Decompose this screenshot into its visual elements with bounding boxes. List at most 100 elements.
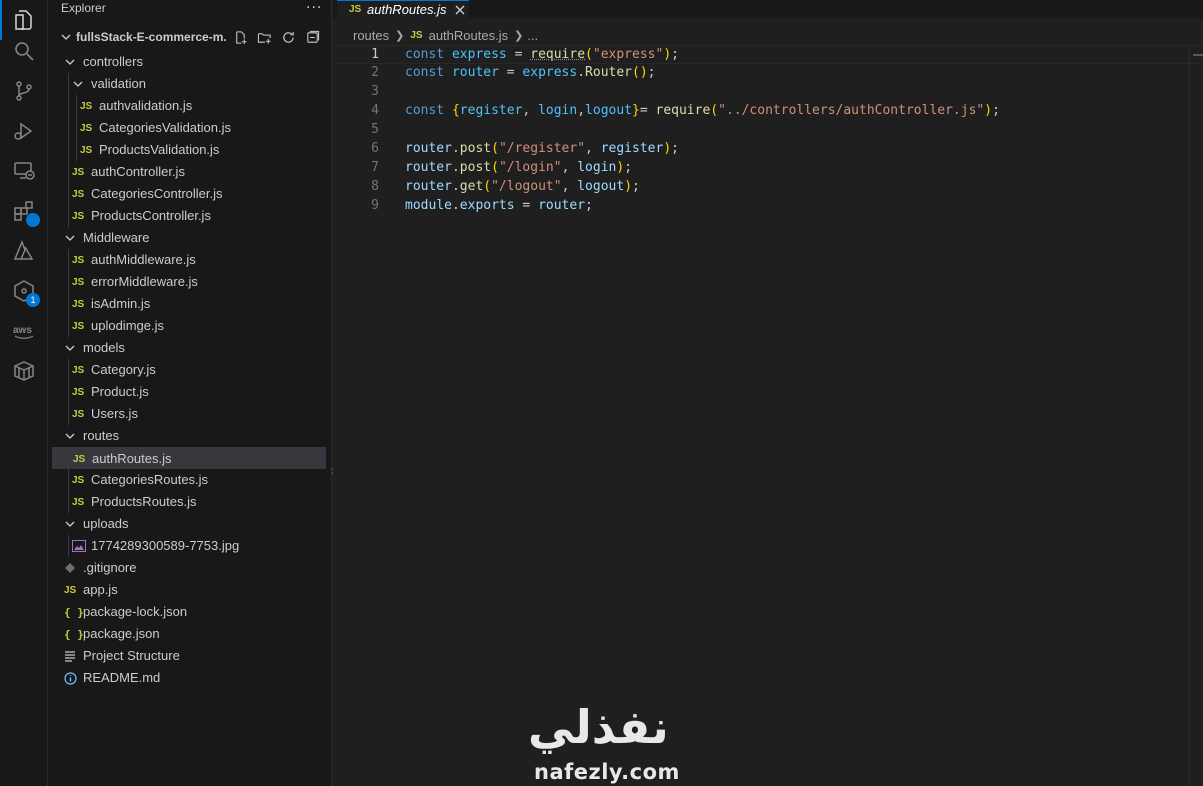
tree-file[interactable]: JS CategoriesRoutes.js [52, 469, 326, 491]
js-file-icon: JS [410, 29, 423, 41]
more-actions-button[interactable]: ··· [306, 0, 322, 16]
tree-file[interactable]: { } package.json [52, 623, 326, 645]
vertical-scrollbar[interactable] [1189, 45, 1203, 786]
code-line[interactable]: 3 [333, 83, 1203, 102]
code-line[interactable]: 1 const express = require("express"); [333, 45, 1203, 64]
tree-folder[interactable]: controllers [52, 51, 326, 73]
line-number: 3 [371, 84, 379, 99]
tree-item-label: ProductsController.js [91, 208, 211, 223]
tree-file[interactable]: JS CategoriesController.js [52, 183, 326, 205]
line-number: 8 [371, 179, 379, 194]
gitlens-icon[interactable]: 1 [0, 271, 48, 311]
tree-file[interactable]: JS authRoutes.js [52, 447, 326, 469]
code-line[interactable]: 8 router.get("/logout", logout); [333, 178, 1203, 197]
aws-icon[interactable]: aws [0, 311, 48, 351]
breadcrumb-more[interactable]: ... [527, 28, 538, 43]
tree-item-label: 1774289300589-7753.jpg [91, 538, 240, 553]
js-file-icon: JS [72, 166, 85, 178]
svg-text:aws: aws [13, 325, 32, 336]
tree-item-label: ProductsRoutes.js [91, 494, 197, 509]
watermark-arabic: نفذلي [528, 700, 669, 754]
azure-icon[interactable] [0, 231, 48, 271]
js-file-icon: JS [73, 453, 86, 465]
tree-folder[interactable]: routes [52, 425, 326, 447]
js-file-icon: JS [72, 364, 85, 376]
tree-file[interactable]: JS authMiddleware.js [52, 249, 326, 271]
chevron-down-icon [65, 345, 75, 351]
chevron-down-icon [73, 81, 83, 87]
code-line[interactable]: 2 const router = express.Router(); [333, 64, 1203, 83]
indent-guide [68, 359, 69, 425]
code-line[interactable]: 6 router.post("/register", register); [333, 140, 1203, 159]
js-file-icon: JS [72, 320, 85, 332]
watermark: نفذلي nafezly.com [520, 700, 690, 786]
search-icon[interactable] [0, 31, 48, 71]
extensions-icon[interactable] [0, 191, 48, 231]
js-file-icon: JS [72, 254, 85, 266]
tab-bar: JS authRoutes.js [333, 0, 1203, 18]
remote-explorer-icon[interactable] [0, 151, 48, 191]
tab-authroutes[interactable]: JS authRoutes.js [337, 0, 469, 18]
explorer-sidebar: Explorer ··· fullsStack-E-commerce-m... … [48, 0, 332, 786]
project-root[interactable]: fullsStack-E-commerce-m... [48, 28, 332, 48]
scrollbar-cursor-marker [1193, 54, 1203, 56]
tree-file[interactable]: Project Structure [52, 645, 326, 667]
tree-item-label: Users.js [91, 406, 138, 421]
source-control-icon[interactable] [0, 71, 48, 111]
breadcrumb-file[interactable]: authRoutes.js [429, 28, 509, 43]
text-file-icon [64, 649, 76, 663]
refresh-button[interactable] [280, 29, 296, 45]
js-file-icon: JS [72, 188, 85, 200]
chevron-down-icon [61, 34, 71, 40]
run-debug-icon[interactable] [0, 111, 48, 151]
code-line[interactable]: 4 const {register, login,logout}= requir… [333, 102, 1203, 121]
tree-item-label: authMiddleware.js [91, 252, 196, 267]
code-line[interactable]: 5 [333, 121, 1203, 140]
activity-bar: 1 aws [0, 0, 48, 786]
project-name: fullsStack-E-commerce-m... [76, 30, 226, 44]
tree-file[interactable]: JS Category.js [52, 359, 326, 381]
js-file-icon: JS [72, 408, 85, 420]
tree-file[interactable]: JS app.js [52, 579, 326, 601]
tree-file[interactable]: JS Users.js [52, 403, 326, 425]
js-file-icon: JS [80, 122, 93, 134]
tab-label: authRoutes.js [367, 2, 447, 17]
tree-file[interactable]: { } package-lock.json [52, 601, 326, 623]
tree-file[interactable]: JS CategoriesValidation.js [52, 117, 326, 139]
info-icon [64, 671, 77, 685]
js-file-icon: JS [72, 210, 85, 222]
tree-file[interactable]: 1774289300589-7753.jpg [52, 535, 326, 557]
tree-item-label: models [83, 340, 125, 355]
image-file-icon [72, 539, 86, 553]
tree-file[interactable]: .gitignore [52, 557, 326, 579]
tree-file[interactable]: JS errorMiddleware.js [52, 271, 326, 293]
line-number: 5 [371, 122, 379, 137]
tree-file[interactable]: README.md [52, 667, 326, 689]
tree-file[interactable]: JS uplodimge.js [52, 315, 326, 337]
tree-item-label: Project Structure [83, 648, 180, 663]
containers-icon[interactable] [0, 351, 48, 391]
tree-folder[interactable]: models [52, 337, 326, 359]
tree-folder[interactable]: uploads [52, 513, 326, 535]
tree-item-label: authRoutes.js [92, 451, 172, 466]
code-line[interactable]: 7 router.post("/login", login); [333, 159, 1203, 178]
tree-file[interactable]: JS ProductsController.js [52, 205, 326, 227]
tree-folder[interactable]: validation [52, 73, 326, 95]
indent-guide [68, 447, 69, 513]
new-folder-button[interactable] [256, 29, 272, 45]
tree-folder[interactable]: Middleware [52, 227, 326, 249]
tree-file[interactable]: JS authvalidation.js [52, 95, 326, 117]
tree-file[interactable]: JS isAdmin.js [52, 293, 326, 315]
tree-file[interactable]: JS Product.js [52, 381, 326, 403]
tree-file[interactable]: JS authController.js [52, 161, 326, 183]
collapse-all-button[interactable] [304, 29, 320, 45]
sidebar-title: Explorer [61, 1, 106, 15]
tree-file[interactable]: JS ProductsRoutes.js [52, 491, 326, 513]
tree-item-label: CategoriesController.js [91, 186, 223, 201]
close-icon[interactable] [453, 3, 467, 17]
new-file-button[interactable] [232, 29, 248, 45]
tree-item-label: .gitignore [83, 560, 137, 575]
tree-file[interactable]: JS ProductsValidation.js [52, 139, 326, 161]
code-line[interactable]: 9 module.exports = router; [333, 197, 1203, 216]
breadcrumb-folder[interactable]: routes [353, 28, 389, 43]
